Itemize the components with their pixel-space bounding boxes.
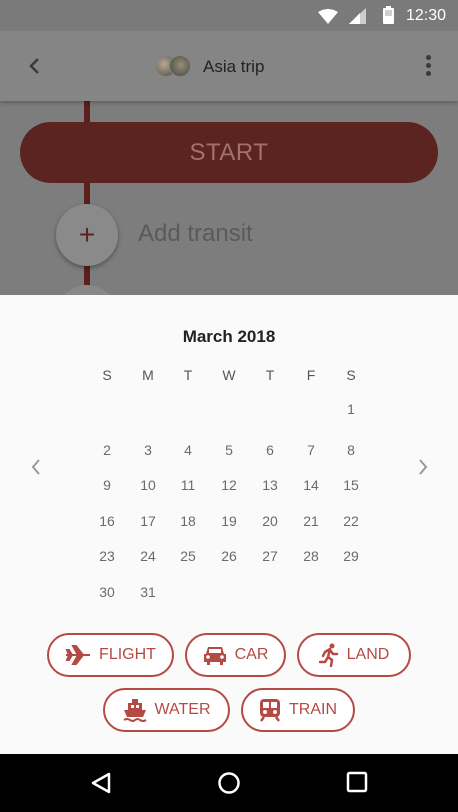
calendar-day[interactable]: 12: [212, 477, 246, 493]
train-icon: [260, 699, 280, 722]
land-chip[interactable]: LAND: [297, 633, 411, 677]
weekday-label: S: [102, 367, 112, 383]
status-bar: 12:30: [0, 0, 458, 31]
water-label: WATER: [154, 701, 211, 718]
chevron-left-icon[interactable]: [24, 455, 48, 479]
avatar: [169, 55, 191, 77]
calendar-day[interactable]: 28: [294, 548, 328, 564]
calendar-day[interactable]: 27: [253, 548, 287, 564]
calendar-day[interactable]: 2: [90, 442, 124, 458]
calendar-day[interactable]: 4: [171, 442, 205, 458]
car-chip[interactable]: CAR: [185, 633, 286, 677]
water-chip[interactable]: WATER: [103, 688, 230, 732]
calendar-day[interactable]: 29: [334, 548, 368, 564]
calendar-day[interactable]: 6: [253, 442, 287, 458]
back-triangle-icon[interactable]: [90, 771, 112, 795]
calendar-day[interactable]: 17: [131, 513, 165, 529]
car-label: CAR: [234, 646, 269, 663]
calendar-day[interactable]: 3: [131, 442, 165, 458]
weekday-label: T: [183, 367, 193, 383]
calendar-day[interactable]: 21: [294, 513, 328, 529]
calendar-day[interactable]: 1: [334, 401, 368, 417]
calendar-day[interactable]: 20: [253, 513, 287, 529]
calendar-day[interactable]: 31: [131, 584, 165, 600]
signal-icon: [349, 8, 366, 24]
wifi-icon: [318, 9, 338, 24]
calendar-day[interactable]: 30: [90, 584, 124, 600]
calendar-day[interactable]: 5: [212, 442, 246, 458]
weekday-label: T: [265, 367, 275, 383]
ferry-icon: [122, 699, 147, 722]
start-button[interactable]: START: [20, 122, 438, 183]
weekday-label: M: [142, 367, 154, 383]
flight-chip[interactable]: FLIGHT: [47, 633, 174, 677]
calendar-day[interactable]: 16: [90, 513, 124, 529]
battery-icon: [383, 6, 394, 24]
weekday-label: F: [306, 367, 316, 383]
trip-screen: Asia trip START + Add transit: [0, 31, 458, 295]
calendar-day[interactable]: 13: [253, 477, 287, 493]
weekday-label: S: [346, 367, 356, 383]
timeline-node: [56, 285, 118, 295]
calendar-day[interactable]: 15: [334, 477, 368, 493]
calendar-day[interactable]: 14: [294, 477, 328, 493]
add-transit-button[interactable]: +: [56, 204, 118, 266]
calendar-day[interactable]: 8: [334, 442, 368, 458]
calendar-day[interactable]: 23: [90, 548, 124, 564]
calendar-day[interactable]: 22: [334, 513, 368, 529]
calendar-day[interactable]: 24: [131, 548, 165, 564]
system-nav-bar: [0, 754, 458, 812]
calendar-day[interactable]: 19: [212, 513, 246, 529]
clock: 12:30: [405, 7, 446, 24]
car-icon: [203, 647, 226, 665]
calendar-day[interactable]: 10: [131, 477, 165, 493]
chevron-right-icon[interactable]: [411, 455, 435, 479]
plus-icon: +: [78, 219, 96, 250]
airplane-icon: [65, 645, 91, 665]
calendar-day[interactable]: 26: [212, 548, 246, 564]
flight-label: FLIGHT: [99, 646, 156, 663]
home-circle-icon[interactable]: [217, 771, 241, 795]
trip-avatars: [155, 55, 195, 77]
more-vert-icon[interactable]: [418, 53, 438, 81]
train-chip[interactable]: TRAIN: [241, 688, 355, 732]
calendar-day[interactable]: 7: [294, 442, 328, 458]
train-label: TRAIN: [289, 701, 337, 718]
calendar-day[interactable]: 11: [171, 477, 205, 493]
toolbar: Asia trip: [0, 31, 458, 101]
calendar-day[interactable]: 18: [171, 513, 205, 529]
chevron-left-icon[interactable]: [22, 53, 48, 79]
land-label: LAND: [346, 646, 390, 663]
running-person-icon: [318, 643, 338, 667]
calendar-day[interactable]: 9: [90, 477, 124, 493]
calendar-month-title: March 2018: [182, 327, 276, 346]
trip-title[interactable]: Asia trip: [203, 57, 264, 77]
weekday-label: W: [222, 367, 236, 383]
calendar-day[interactable]: 25: [171, 548, 205, 564]
add-transit-label[interactable]: Add transit: [138, 220, 253, 248]
recents-square-icon[interactable]: [346, 771, 368, 793]
date-transport-sheet: March 2018 S M T W T F S 1 2 3 4 5 6 7 8 9 10 11 12…: [0, 295, 458, 754]
